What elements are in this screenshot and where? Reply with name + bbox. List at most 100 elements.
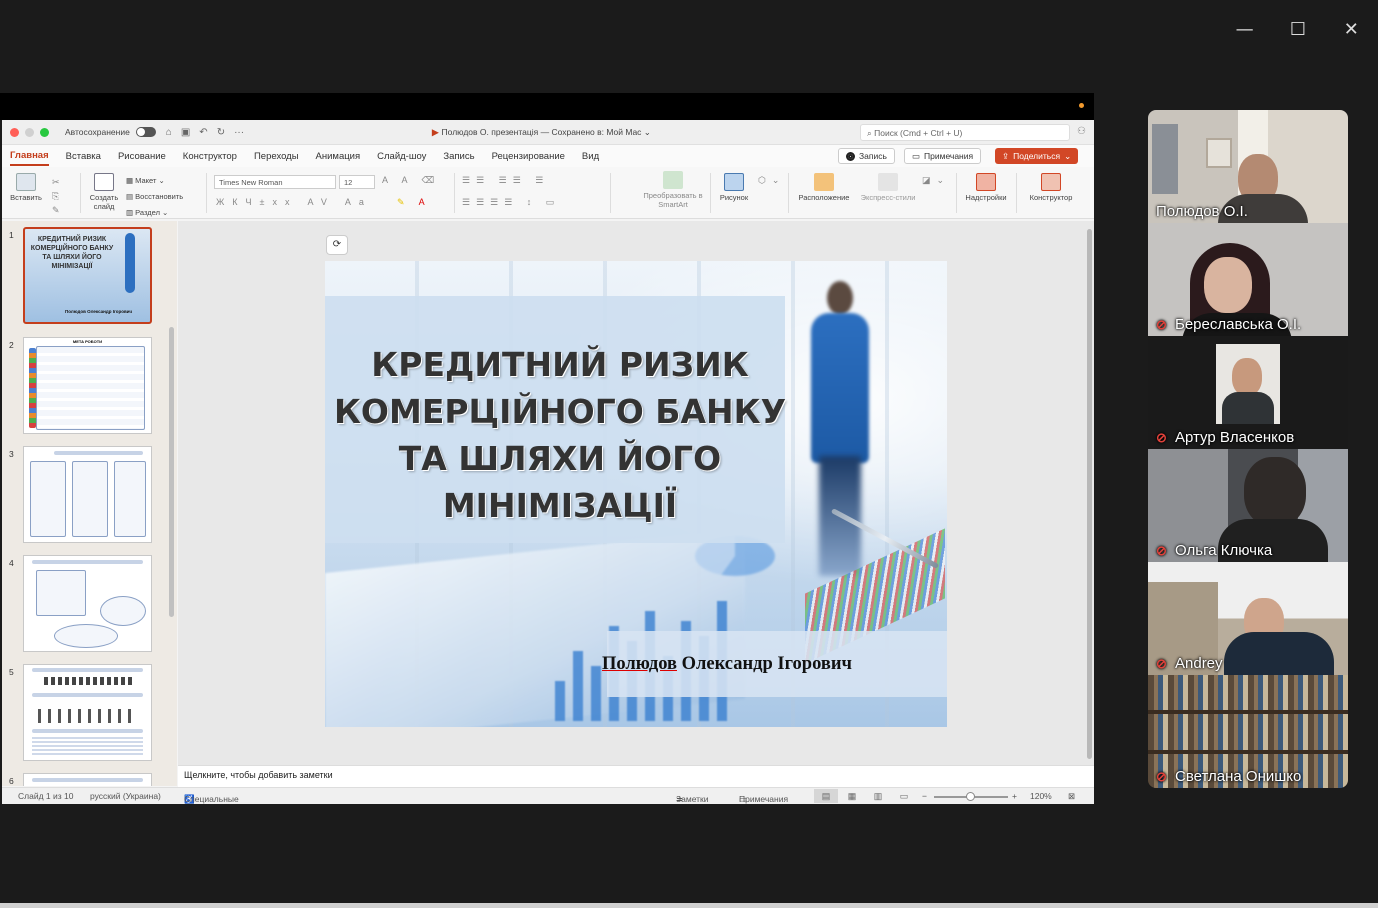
smartart-icon [663,171,683,189]
participant-tile[interactable]: ⊘ Andrey [1148,562,1348,675]
slide-thumbnail-6[interactable] [23,773,152,786]
normal-view-icon[interactable]: ▤ [814,789,838,803]
share-button[interactable]: ⇪ Поделиться ⌄ [995,148,1079,164]
reading-view-icon[interactable]: ▥ [866,789,890,803]
participant-tile[interactable]: ⊘ Светлана Онишко [1148,675,1348,788]
separator [788,173,789,213]
layout-button[interactable]: ▦ Макет ⌄ [126,173,183,189]
slide-layout-group: ▦ Макет ⌄ ▤ Восстановить ▥ Раздел ⌄ [126,173,183,221]
picture-icon [724,173,744,191]
reset-button[interactable]: ▤ Восстановить [126,189,183,205]
share-icon: ⇪ [1002,150,1010,161]
window-bottom-edge [0,903,1378,908]
picture-label: Рисунок [719,193,749,202]
participant-body [1222,392,1274,424]
autosave-toggle[interactable] [135,127,156,137]
clipboard-tools[interactable]: ✂ ⎘ ✎ [52,175,72,217]
participant-tile[interactable]: Полюдов О.І. [1148,110,1348,223]
highlight-color-tools[interactable]: ✎ A [397,197,431,208]
alignment-tools[interactable]: ☰☰☰☰ ↕ ▭ [462,197,560,208]
redo-icon[interactable]: ↻ [217,127,225,138]
undo-icon[interactable]: ↶ [199,127,207,138]
maximize-button[interactable]: ☐ [1278,19,1318,40]
tab-record[interactable]: Запись [443,148,474,165]
section-button[interactable]: ▥ Раздел ⌄ [126,205,183,221]
paste-button[interactable]: Вставить [8,173,44,202]
current-slide[interactable]: КРЕДИТНИЙ РИЗИК КОМЕРЦІЙНОГО БАНКУ ТА ШЛ… [325,261,947,727]
language-status[interactable]: русский (Украина) [90,791,161,801]
slide-author[interactable]: Полюдов Олександр Ігорович [602,654,852,675]
slide-thumbnail-4[interactable] [23,555,152,652]
more-icon[interactable]: ··· [234,127,244,138]
tab-transitions[interactable]: Переходы [254,148,299,165]
sorter-view-icon[interactable]: ▦ [840,789,864,803]
font-size-select[interactable]: 12 [339,175,375,189]
participant-name: Артур Власенков [1175,429,1295,446]
font-name-select[interactable]: Times New Roman [214,175,336,189]
notes-pane[interactable]: Щелкните, чтобы добавить заметки [178,765,1094,787]
slide-thumbnail-2[interactable]: МЕТА РОБОТИ [23,337,152,434]
minimize-button[interactable]: — [1225,19,1265,40]
fit-slide-icon[interactable]: ⊠ [1068,791,1075,802]
list-tools[interactable]: ☰☰ ☰☰ ☰ [462,175,549,186]
arrange-button[interactable]: Расположение [794,173,854,202]
close-button[interactable]: ✕ [1331,19,1371,40]
tab-insert[interactable]: Вставка [66,148,101,165]
tab-draw[interactable]: Рисование [118,148,166,165]
thumb-column [72,461,108,537]
comments-button[interactable]: ▭ Примечания [904,148,982,164]
tab-design[interactable]: Конструктор [183,148,237,165]
tab-review[interactable]: Рецензирование [492,148,565,165]
record-button[interactable]: Запись [838,148,895,164]
zoom-out-icon[interactable]: − [922,791,927,801]
zoom-in-icon[interactable]: + [1012,791,1017,801]
new-slide-button[interactable]: Создать слайд [86,173,122,211]
titlebar-icons: ⌂ ▣ ↶ ↻ ··· [166,127,244,138]
designer-button[interactable]: Конструктор [1024,173,1078,202]
smartart-button[interactable]: Преобразовать в SmartArt [638,171,708,209]
participant-name: Полюдов О.І. [1156,203,1248,220]
close-dot[interactable] [10,127,19,137]
thumb-title: МЕТА РОБОТИ [72,339,103,344]
zoom-level[interactable]: 120% [1030,791,1052,801]
slide-thumbnail-1[interactable]: КРЕДИТНИЙ РИЗИК КОМЕРЦІЙНОГО БАНКУ ТА ШЛ… [23,227,152,324]
font-size-tools[interactable]: A A ⌫ [382,175,440,186]
tab-animations[interactable]: Анимация [316,148,361,165]
collaborate-icon[interactable]: ⚇ [1077,126,1086,137]
participant-name: Береславська О.І. [1175,316,1302,333]
designer-icon [1041,173,1061,191]
slideshow-view-icon[interactable]: ▭ [892,789,916,803]
author-surname: Полюдов [602,654,677,674]
slide-thumbnail-5[interactable] [23,664,152,761]
tab-slideshow[interactable]: Слайд-шоу [377,148,426,165]
addins-button[interactable]: Надстройки [962,173,1010,202]
search-input[interactable]: ⌕ Поиск (Cmd + Ctrl + U) [860,124,1070,141]
video-window [1152,124,1178,194]
home-icon[interactable]: ⌂ [166,127,172,138]
tab-view[interactable]: Вид [582,148,599,165]
document-title[interactable]: ▶ Полюдов О. презентація — Сохранено в: М… [432,127,651,138]
shapes-icon[interactable]: ⬡⌄ [758,175,785,186]
separator [956,173,957,213]
slide-editor[interactable]: ⟳ КРЕДИТНИЙ РИЗИК КОМЕРЦІЙНОГО БАНКУ ТА … [178,221,1094,765]
quick-styles-button[interactable]: Экспресс-стили [857,173,919,202]
text-format-tools[interactable]: ЖКЧ±xx AV Aa [216,197,372,207]
slide-thumbnail-pane[interactable]: 1 КРЕДИТНИЙ РИЗИК КОМЕРЦІЙНОГО БАНКУ ТА … [2,221,177,786]
tab-home[interactable]: Главная [10,147,49,166]
participant-name-label: ⊘ Andrey [1156,655,1223,672]
designer-ideas-icon[interactable]: ⟳ [326,235,348,255]
zoom-dot[interactable] [40,127,49,137]
slide-thumbnail-3[interactable] [23,446,152,543]
fill-icon[interactable]: ◪⌄ [922,175,950,186]
participant-tile[interactable]: ⊘ Артур Власенков [1148,336,1348,449]
thumbnail-scrollbar[interactable] [169,327,174,617]
slide-title[interactable]: КРЕДИТНИЙ РИЗИК КОМЕРЦІЙНОГО БАНКУ ТА ШЛ… [325,341,795,529]
zoom-slider-handle[interactable] [966,792,975,801]
participant-tile[interactable]: ⊘ Береславська О.І. [1148,223,1348,336]
ribbon-home: Вставить ✂ ⎘ ✎ Создать слайд ▦ Макет ⌄ ▤ В… [2,167,1094,219]
minimize-dot[interactable] [25,127,34,137]
slide-scrollbar[interactable] [1087,229,1092,759]
picture-button[interactable]: Рисунок [716,173,752,202]
participant-tile-active[interactable]: ⊘ Ольга Ключка [1148,449,1348,562]
save-icon[interactable]: ▣ [181,127,190,138]
